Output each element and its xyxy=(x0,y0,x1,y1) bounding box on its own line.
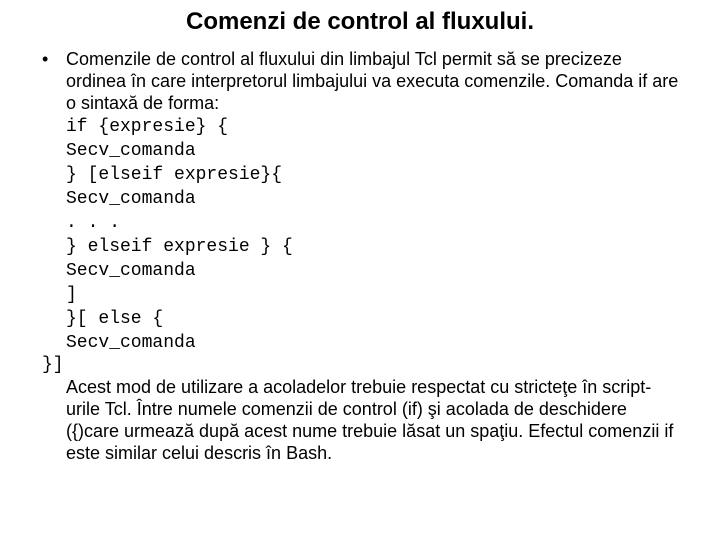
code-line-8: ] xyxy=(66,285,77,305)
code-line-9: }[ else { xyxy=(66,309,163,329)
code-line-10: Secv_comanda xyxy=(66,333,196,353)
code-line-2: Secv_comanda xyxy=(66,141,196,161)
bullet-body: Comenzile de control al fluxului din lim… xyxy=(66,48,680,464)
bullet-marker: • xyxy=(40,48,66,70)
code-line-11: }] xyxy=(42,354,680,376)
code-line-6: } elseif expresie } { xyxy=(66,237,293,257)
intro-text: Comenzile de control al fluxului din lim… xyxy=(66,49,678,113)
outro-text: Acest mod de utilizare a acoladelor treb… xyxy=(66,377,673,463)
slide-title: Comenzi de control al fluxului. xyxy=(40,8,680,36)
slide: Comenzi de control al fluxului. • Comenz… xyxy=(0,0,720,540)
bullet-item: • Comenzile de control al fluxului din l… xyxy=(40,48,680,464)
code-line-7: Secv_comanda xyxy=(66,261,196,281)
code-line-3: } [elseif expresie}{ xyxy=(66,165,282,185)
code-line-4: Secv_comanda xyxy=(66,189,196,209)
code-line-5: . . . xyxy=(66,213,120,233)
code-line-1: if {expresie} { xyxy=(66,117,228,137)
